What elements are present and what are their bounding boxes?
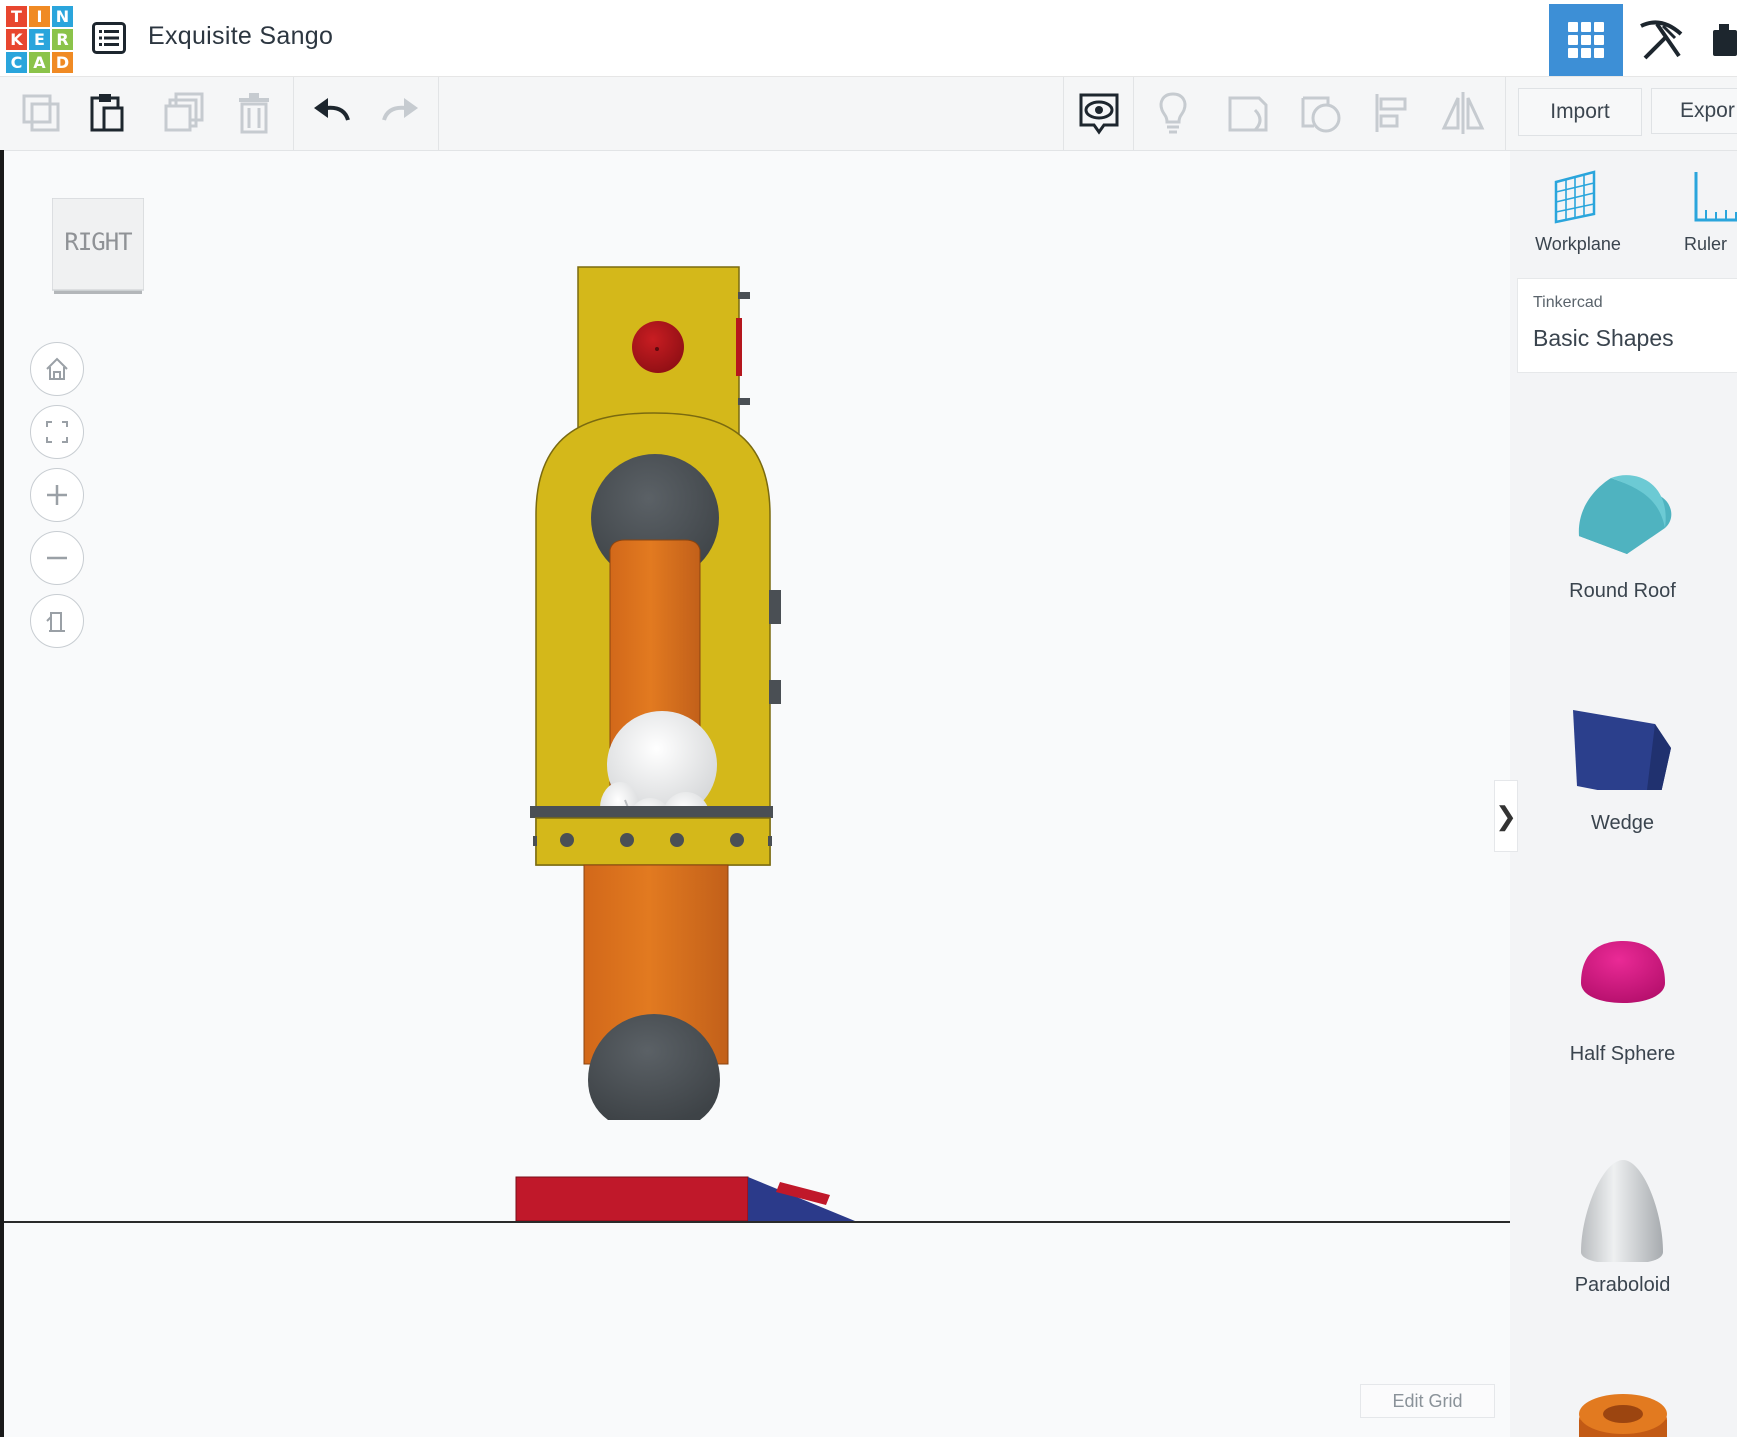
- shape-paraboloid[interactable]: Paraboloid: [1545, 1152, 1700, 1332]
- duplicate-icon[interactable]: [162, 90, 208, 136]
- shape-label: Round Roof: [1569, 580, 1676, 602]
- tube-icon: [1579, 1394, 1667, 1437]
- ruler-tool[interactable]: Ruler: [1662, 168, 1737, 268]
- blocks-icon: [1713, 24, 1737, 56]
- round-roof-icon: [1578, 475, 1672, 554]
- note-icon[interactable]: [1225, 90, 1271, 136]
- fit-view-button[interactable]: [30, 405, 84, 459]
- shape-tube[interactable]: [1545, 1390, 1700, 1437]
- import-button[interactable]: Import: [1518, 88, 1642, 136]
- library-name: Basic Shapes: [1533, 325, 1674, 351]
- view-cube[interactable]: RIGHT: [51, 197, 145, 296]
- home-icon: [46, 357, 68, 380]
- zoom-in-icon: [47, 485, 67, 505]
- export-button[interactable]: Expor: [1651, 88, 1737, 134]
- logo-letter: I: [29, 6, 50, 27]
- shape-round-roof[interactable]: Round Roof: [1545, 458, 1700, 638]
- collapse-panel-button[interactable]: ❯: [1494, 780, 1518, 852]
- workplane-horizon: [4, 1221, 1510, 1223]
- grid-view-button[interactable]: [1549, 4, 1623, 76]
- logo-letter: D: [52, 52, 73, 73]
- ruler-label: Ruler: [1684, 234, 1728, 254]
- shape-outline-icon[interactable]: [1298, 90, 1344, 136]
- align-icon[interactable]: [1371, 90, 1417, 136]
- delete-icon[interactable]: [233, 90, 279, 136]
- toolbar-separator: [1133, 77, 1134, 150]
- logo-letter: E: [29, 29, 50, 50]
- shape-label: Wedge: [1590, 812, 1654, 834]
- logo-letter: N: [52, 6, 73, 27]
- zoom-out-icon: [47, 556, 67, 560]
- edit-grid-button[interactable]: Edit Grid: [1360, 1384, 1495, 1418]
- grid-view-icon: [1568, 22, 1604, 58]
- paraboloid-icon: [1581, 1160, 1663, 1262]
- fit-view-icon: [46, 421, 68, 443]
- half-sphere-icon: [1581, 941, 1665, 1003]
- logo-letter: R: [52, 29, 73, 50]
- 3d-model[interactable]: [500, 260, 880, 1230]
- logo-letter: C: [6, 52, 27, 73]
- ruler-icon: [1694, 172, 1737, 222]
- toolbar-separator: [1063, 77, 1064, 150]
- library-source: Tinkercad: [1533, 294, 1603, 311]
- home-view-button[interactable]: [30, 342, 84, 396]
- undo-icon[interactable]: [308, 90, 354, 136]
- zoom-in-button[interactable]: [30, 468, 84, 522]
- blocks-button[interactable]: [1697, 4, 1737, 76]
- shape-half-sphere[interactable]: Half Sphere: [1545, 921, 1700, 1101]
- workplane-tool[interactable]: Workplane: [1523, 168, 1633, 268]
- mirror-icon[interactable]: [1440, 90, 1486, 136]
- workplane-label: Workplane: [1535, 234, 1621, 254]
- list-icon[interactable]: [92, 22, 126, 54]
- redo-icon[interactable]: [378, 90, 424, 136]
- view-cube-face-label: RIGHT: [64, 228, 132, 256]
- shape-wedge[interactable]: Wedge: [1545, 690, 1700, 870]
- logo-letter: K: [6, 29, 27, 50]
- logo-letter: T: [6, 6, 27, 27]
- perspective-icon: [46, 612, 65, 632]
- show-all-icon[interactable]: [1076, 90, 1122, 136]
- shape-label: Paraboloid: [1574, 1274, 1671, 1296]
- pickaxe-button[interactable]: [1623, 4, 1697, 76]
- perspective-button[interactable]: [30, 594, 84, 648]
- project-title[interactable]: Exquisite Sango: [148, 22, 333, 51]
- toolbar-separator: [438, 77, 439, 150]
- shape-label: Half Sphere: [1569, 1043, 1676, 1065]
- workplane-icon: [1554, 170, 1596, 224]
- zoom-out-button[interactable]: [30, 531, 84, 585]
- copy-icon[interactable]: [20, 90, 66, 136]
- pickaxe-icon: [1640, 20, 1683, 60]
- logo-letter: A: [29, 52, 50, 73]
- hint-icon[interactable]: [1150, 90, 1196, 136]
- toolbar-separator: [293, 77, 294, 150]
- wedge-icon: [1573, 710, 1671, 790]
- toolbar-separator: [1505, 77, 1506, 150]
- paste-icon[interactable]: [86, 90, 132, 136]
- tinkercad-logo[interactable]: TIN KER CAD: [6, 6, 74, 74]
